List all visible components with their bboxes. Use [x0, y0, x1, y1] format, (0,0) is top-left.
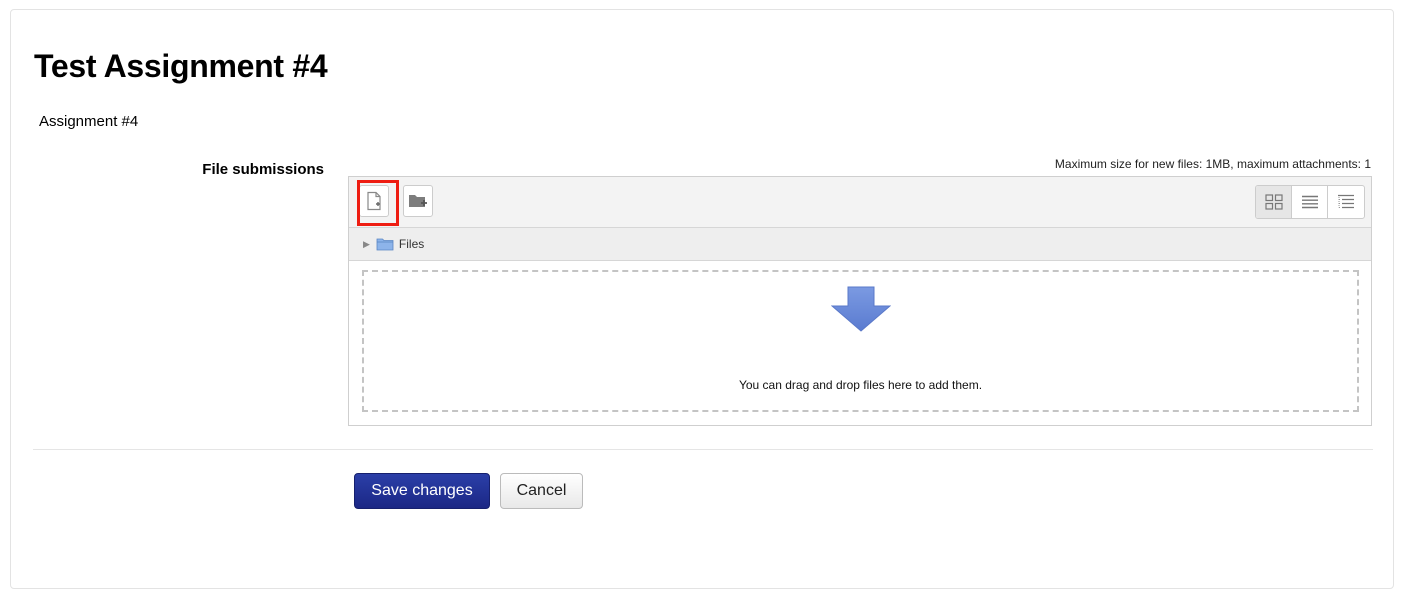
tree-icon: [1337, 194, 1355, 210]
file-path-bar: ▶ Files: [349, 228, 1371, 261]
page-title: Test Assignment #4: [34, 48, 328, 84]
list-icon: [1301, 195, 1319, 209]
form-divider: [33, 449, 1373, 450]
tree-view-button[interactable]: [1328, 186, 1364, 218]
folder-label[interactable]: Files: [399, 237, 424, 251]
list-view-button[interactable]: [1292, 186, 1328, 218]
save-changes-button[interactable]: Save changes: [354, 473, 490, 509]
grid-icon: [1264, 194, 1283, 210]
icons-view-button[interactable]: [1256, 186, 1292, 218]
max-size-info: Maximum size for new files: 1MB, maximum…: [1054, 157, 1371, 171]
drop-zone[interactable]: You can drag and drop files here to add …: [362, 270, 1359, 412]
expand-arrow-icon[interactable]: ▶: [363, 239, 370, 250]
file-picker-toolbar: [349, 177, 1371, 228]
assignment-intro: Assignment #4: [39, 113, 139, 130]
drop-zone-message: You can drag and drop files here to add …: [738, 378, 983, 392]
file-submissions-label: File submissions: [202, 161, 324, 178]
cancel-button[interactable]: Cancel: [500, 473, 583, 509]
view-switcher: [1255, 185, 1365, 219]
create-folder-button[interactable]: [403, 185, 433, 217]
folder-icon: [376, 237, 394, 251]
add-folder-icon: [408, 192, 428, 210]
drop-arrow-icon: [830, 286, 892, 337]
file-picker: ▶ Files You can drag and drop files here…: [348, 176, 1372, 426]
add-file-highlight: [357, 180, 399, 226]
